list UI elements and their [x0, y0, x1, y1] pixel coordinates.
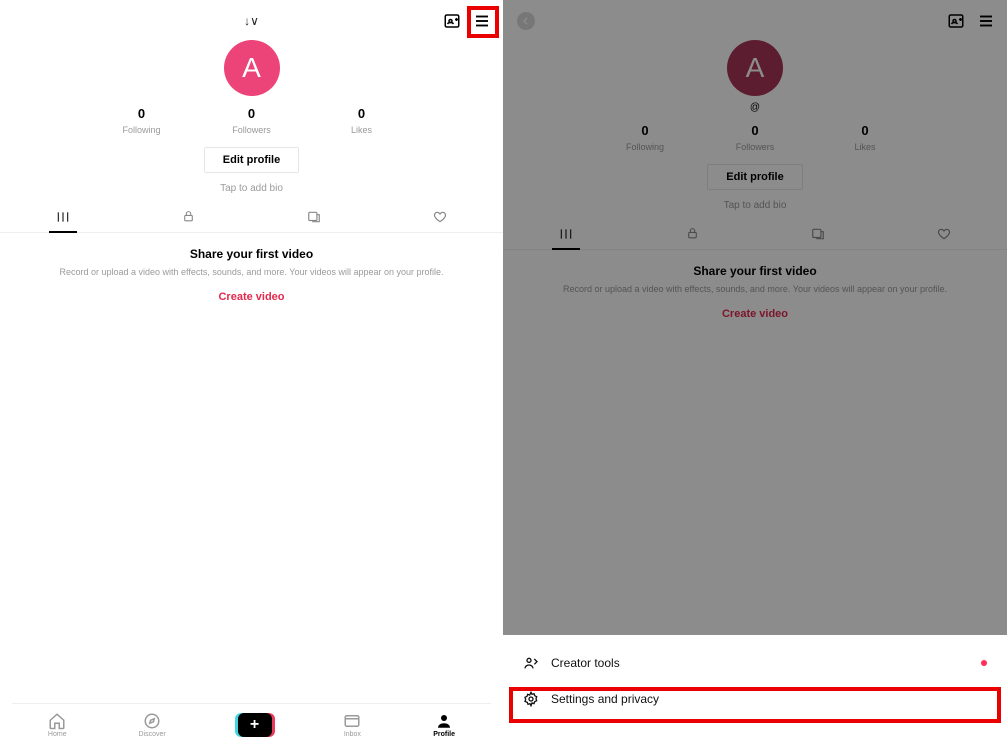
empty-desc: Record or upload a video with effects, s…: [503, 284, 1007, 294]
edit-profile-button[interactable]: Edit profile: [204, 147, 299, 173]
pane-profile: ↓∨ A 0 Following: [0, 0, 503, 745]
stats-row: 0 Following 0 Followers 0 Likes: [0, 106, 503, 135]
stat-followers[interactable]: 0 Followers: [197, 106, 307, 135]
pane-settings-sheet: A @ 0 Following 0 Followers 0 Likes: [503, 0, 1007, 745]
hamburger-menu-icon[interactable]: [975, 10, 997, 32]
username-prefix: ↓∨: [244, 14, 259, 28]
highlight-settings-row: [509, 687, 1001, 723]
add-bio[interactable]: Tap to add bio: [0, 183, 503, 194]
bottom-nav: Home Discover + Inbox Profile: [12, 703, 491, 745]
topbar: [503, 0, 1007, 34]
sheet-creator-tools[interactable]: Creator tools: [503, 645, 1007, 681]
avatar-letter: A: [242, 52, 261, 84]
create-video-link[interactable]: Create video: [722, 308, 788, 320]
stat-following[interactable]: 0 Following: [87, 106, 197, 135]
tab-liked[interactable]: [881, 219, 1007, 249]
create-video-link[interactable]: Create video: [218, 291, 284, 303]
tab-private[interactable]: [629, 219, 755, 249]
tab-private[interactable]: [126, 202, 252, 232]
empty-desc: Record or upload a video with effects, s…: [0, 267, 503, 277]
profile-tabs: [503, 219, 1007, 250]
avatar-wrap: A: [0, 40, 503, 96]
dim-overlay: [503, 0, 1007, 650]
tab-saved[interactable]: [252, 202, 378, 232]
sheet-creator-tools-label: Creator tools: [551, 656, 620, 670]
stats-row: 0 Following 0 Followers 0 Likes: [503, 123, 1007, 152]
stat-followers[interactable]: 0 Followers: [700, 123, 810, 152]
username-dropdown[interactable]: ↓∨: [244, 14, 259, 28]
edit-profile-button[interactable]: Edit profile: [707, 164, 802, 190]
empty-state: Share your first video Record or upload …: [0, 247, 503, 305]
stat-likes[interactable]: 0 Likes: [307, 106, 417, 135]
highlight-hamburger: [467, 6, 499, 38]
tab-grid[interactable]: [503, 219, 629, 249]
nav-profile[interactable]: Profile: [433, 712, 455, 738]
bottom-sheet: Creator tools Settings and privacy: [503, 635, 1007, 745]
creator-tools-icon: [523, 655, 539, 671]
tab-saved[interactable]: [755, 219, 881, 249]
profile-icon: [435, 712, 453, 730]
nav-inbox[interactable]: Inbox: [343, 712, 361, 738]
tab-liked[interactable]: [377, 202, 503, 232]
avatar-letter: A: [746, 52, 765, 84]
add-friend-icon[interactable]: [441, 10, 463, 32]
inbox-icon: [343, 712, 361, 730]
empty-state: Share your first video Record or upload …: [503, 264, 1007, 322]
notification-dot: [981, 660, 987, 666]
add-bio[interactable]: Tap to add bio: [503, 200, 1007, 211]
plus-icon: +: [238, 713, 272, 737]
topbar: ↓∨: [0, 0, 503, 34]
empty-title: Share your first video: [0, 247, 503, 261]
nav-discover[interactable]: Discover: [138, 712, 165, 738]
profile-tabs: [0, 202, 503, 233]
avatar[interactable]: A: [727, 40, 783, 96]
username-line: @: [503, 102, 1007, 113]
avatar-wrap: A: [503, 40, 1007, 96]
home-icon: [48, 712, 66, 730]
empty-title: Share your first video: [503, 264, 1007, 278]
nav-create[interactable]: +: [238, 713, 272, 737]
avatar[interactable]: A: [224, 40, 280, 96]
stat-likes[interactable]: 0 Likes: [810, 123, 920, 152]
add-friend-icon[interactable]: [945, 10, 967, 32]
compass-icon: [143, 712, 161, 730]
nav-home[interactable]: Home: [48, 712, 67, 738]
stat-following[interactable]: 0 Following: [590, 123, 700, 152]
tab-grid[interactable]: [0, 202, 126, 232]
